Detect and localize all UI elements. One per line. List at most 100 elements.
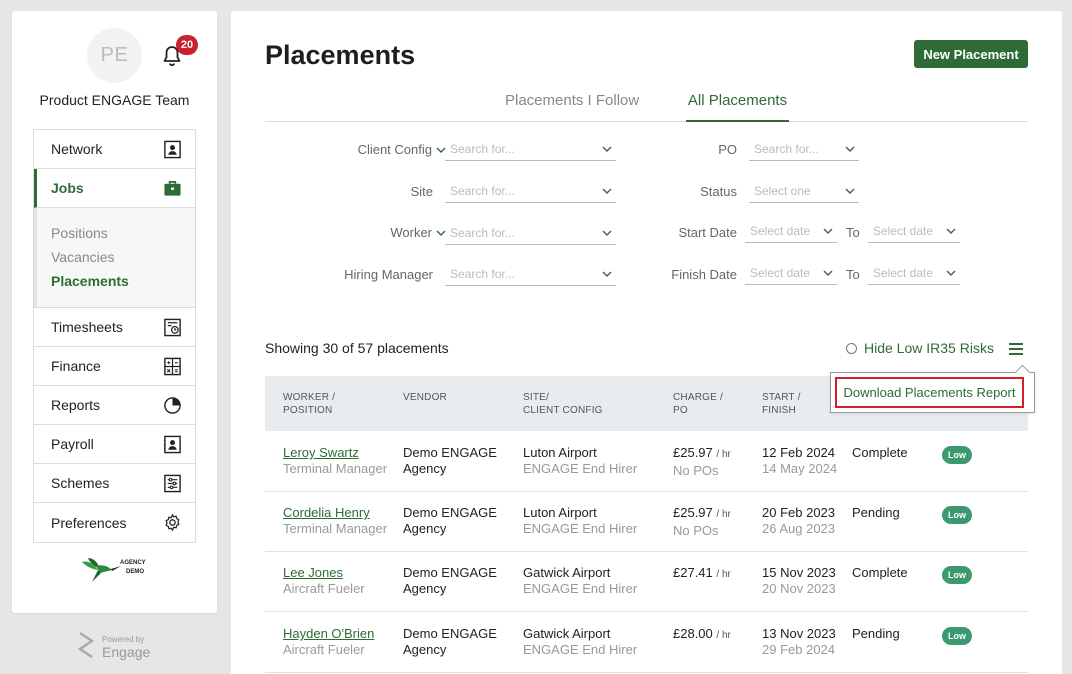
subnav-vacancies[interactable]: Vacancies — [51, 245, 195, 269]
vendor-text: Agency — [403, 581, 447, 596]
client-config-filter-label[interactable]: Client Config — [321, 142, 446, 157]
client-config-search[interactable]: Search for... — [445, 138, 616, 161]
svg-text:DEMO: DEMO — [126, 569, 144, 575]
hide-low-ir35-label: Hide Low IR35 Risks — [864, 340, 994, 356]
worker-filter-label[interactable]: Worker — [321, 225, 446, 240]
table-row[interactable]: Leroy Swartz Terminal Manager Demo ENGAGE… — [265, 431, 1028, 492]
nav-item-finance[interactable]: Finance — [34, 347, 195, 386]
start-date-to[interactable]: Select date — [868, 220, 960, 243]
po-filter-label: PO — [718, 142, 737, 157]
charge-text: £28.00 — [673, 626, 713, 641]
rate-unit: / hr — [716, 509, 731, 520]
main-nav: Network Jobs Positions Vacancies Placeme… — [33, 129, 196, 543]
tab-all-placements[interactable]: All Placements — [686, 92, 789, 122]
nav-item-reports[interactable]: Reports — [34, 386, 195, 425]
site-text: Gatwick Airport — [523, 626, 611, 641]
nav-label: Preferences — [51, 514, 127, 531]
radio-icon[interactable] — [846, 342, 857, 354]
charge-text: £25.97 — [673, 505, 713, 520]
nav-label: Network — [51, 141, 103, 157]
timesheet-icon — [164, 318, 181, 336]
start-date-to-label: To — [846, 225, 860, 240]
finish-date: 14 May 2024 — [762, 461, 838, 476]
nav-item-preferences[interactable]: Preferences — [34, 503, 195, 542]
chevron-down-icon — [823, 228, 833, 234]
hide-low-ir35-toggle[interactable]: Hide Low IR35 Risks — [846, 340, 994, 356]
rate-unit: / hr — [716, 630, 731, 641]
po-search[interactable]: Search for... — [749, 138, 859, 161]
worker-link[interactable]: Hayden O'Brien — [283, 626, 374, 641]
status-text: Complete — [852, 445, 908, 460]
start-date: 20 Feb 2023 — [762, 505, 836, 520]
status-text: Pending — [852, 505, 900, 520]
hiring-manager-search[interactable]: Search for... — [445, 263, 616, 286]
po-text: No POs — [673, 463, 719, 478]
col-charge-po[interactable]: CHARGE / PO — [673, 391, 723, 417]
vendor-text: Agency — [403, 461, 447, 476]
notification-badge: 20 — [176, 35, 198, 55]
worker-search[interactable]: Search for... — [445, 222, 616, 245]
chevron-down-icon — [602, 146, 612, 152]
powered-by-engage: Powered by Engage — [76, 631, 150, 663]
download-placements-report-item[interactable]: Download Placements Report — [835, 377, 1024, 408]
start-date-from[interactable]: Select date — [745, 220, 837, 243]
col-site-config[interactable]: SITE/CLIENT CONFIG — [523, 391, 603, 417]
start-date: 15 Nov 2023 — [762, 565, 836, 580]
worker-link[interactable]: Lee Jones — [283, 565, 343, 580]
status-text: Pending — [852, 626, 900, 641]
col-start-finish[interactable]: START / FINISH — [762, 391, 801, 417]
contact-card-icon — [164, 140, 181, 158]
menu-icon[interactable] — [1008, 342, 1024, 356]
pie-chart-icon — [164, 396, 181, 414]
nav-label: Finance — [51, 358, 101, 374]
chevron-down-icon — [602, 271, 612, 277]
table-row[interactable]: Cordelia Henry Terminal Manager Demo ENGA… — [265, 491, 1028, 552]
powered-brand: Engage — [102, 643, 151, 660]
vendor-text: Agency — [403, 521, 447, 536]
risk-badge: Low — [942, 446, 972, 464]
finish-date: 20 Nov 2023 — [762, 581, 836, 596]
nav-item-network[interactable]: Network — [34, 130, 195, 169]
config-text: ENGAGE End Hirer — [523, 521, 638, 536]
nav-item-payroll[interactable]: Payroll — [34, 425, 195, 464]
vendor-text: Demo ENGAGE — [403, 626, 497, 641]
sliders-icon — [164, 474, 181, 492]
status-select[interactable]: Select one — [749, 180, 859, 203]
risk-badge: Low — [942, 566, 972, 584]
chevron-down-icon — [823, 270, 833, 276]
tab-placements-i-follow[interactable]: Placements I Follow — [505, 92, 639, 122]
subnav-placements[interactable]: Placements — [51, 269, 195, 293]
chevron-down-icon — [602, 230, 612, 236]
finish-date-to[interactable]: Select date — [868, 262, 960, 285]
worker-link[interactable]: Leroy Swartz — [283, 445, 359, 460]
engage-logo-icon — [77, 631, 95, 659]
chevron-down-icon — [845, 188, 855, 194]
subnav-positions[interactable]: Positions — [51, 221, 195, 245]
nav-item-timesheets[interactable]: Timesheets — [34, 308, 195, 347]
finish-date: 29 Feb 2024 — [762, 642, 836, 657]
nav-label: Payroll — [51, 436, 94, 452]
avatar[interactable]: PE — [87, 28, 142, 83]
table-row[interactable]: Hayden O'Brien Aircraft Fueler Demo ENGAG… — [265, 612, 1028, 673]
agency-demo-logo: AGENCY DEMO — [82, 558, 146, 582]
nav-item-jobs[interactable]: Jobs — [34, 169, 195, 208]
position-text: Terminal Manager — [283, 461, 388, 476]
finish-date-to-label: To — [846, 267, 860, 282]
site-text: Luton Airport — [523, 445, 597, 460]
worker-link[interactable]: Cordelia Henry — [283, 505, 370, 520]
finish-date-from[interactable]: Select date — [745, 262, 837, 285]
col-vendor[interactable]: VENDOR — [403, 391, 447, 404]
table-row[interactable]: Lee Jones Aircraft Fueler Demo ENGAGE Agen… — [265, 551, 1028, 612]
chevron-down-icon — [602, 188, 612, 194]
rate-unit: / hr — [716, 449, 731, 460]
site-search[interactable]: Search for... — [445, 180, 616, 203]
gear-icon — [165, 514, 180, 531]
risk-badge: Low — [942, 627, 972, 645]
col-worker-position[interactable]: WORKER / POSITION — [283, 391, 335, 417]
start-date: 13 Nov 2023 — [762, 626, 836, 641]
start-date: 12 Feb 2024 — [762, 445, 836, 460]
site-text: Gatwick Airport — [523, 565, 611, 580]
new-placement-button[interactable]: New Placement — [914, 40, 1028, 68]
nav-item-schemes[interactable]: Schemes — [34, 464, 195, 503]
rate-unit: / hr — [716, 569, 731, 580]
